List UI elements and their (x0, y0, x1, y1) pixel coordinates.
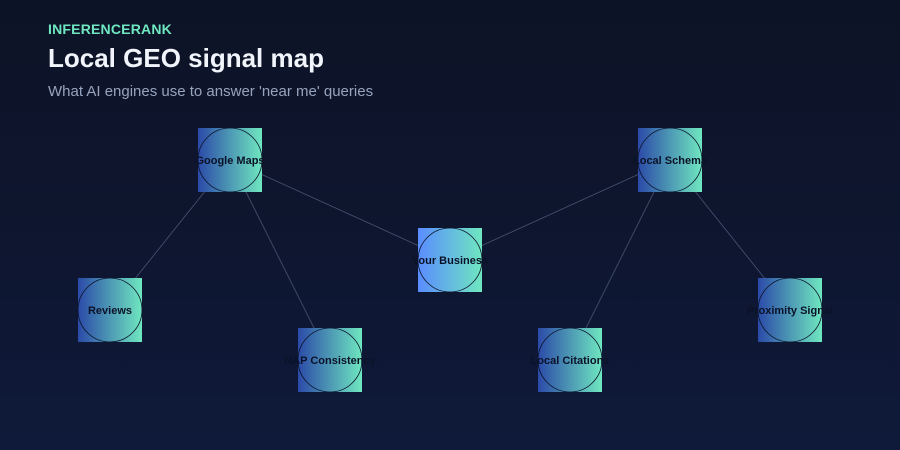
node-reviews: Reviews (77, 277, 143, 343)
node-label-schema: Local Schema (633, 155, 708, 167)
node-proximity: Proximity Signal (747, 277, 833, 343)
node-label-reviews: Reviews (88, 305, 132, 317)
node-label-business: Your Business (412, 255, 488, 267)
node-label-citations: Local Citations (531, 355, 610, 367)
edge-maps-business (229, 159, 451, 261)
nodes-layer: Your Business Google Maps Local Schema Revi… (77, 127, 833, 393)
node-schema: Local Schema (633, 127, 708, 193)
node-label-maps: Google Maps (195, 155, 264, 167)
node-maps: Google Maps (195, 127, 265, 193)
node-nap: NAP Consistency (284, 327, 377, 393)
node-label-nap: NAP Consistency (284, 355, 376, 367)
signal-map-diagram: Your Business Google Maps Local Schema Revi… (77, 127, 833, 393)
edge-schema-business (449, 159, 671, 261)
node-business: Your Business (412, 227, 488, 293)
node-citations: Local Citations (531, 327, 610, 393)
node-label-proximity: Proximity Signal (747, 305, 833, 317)
